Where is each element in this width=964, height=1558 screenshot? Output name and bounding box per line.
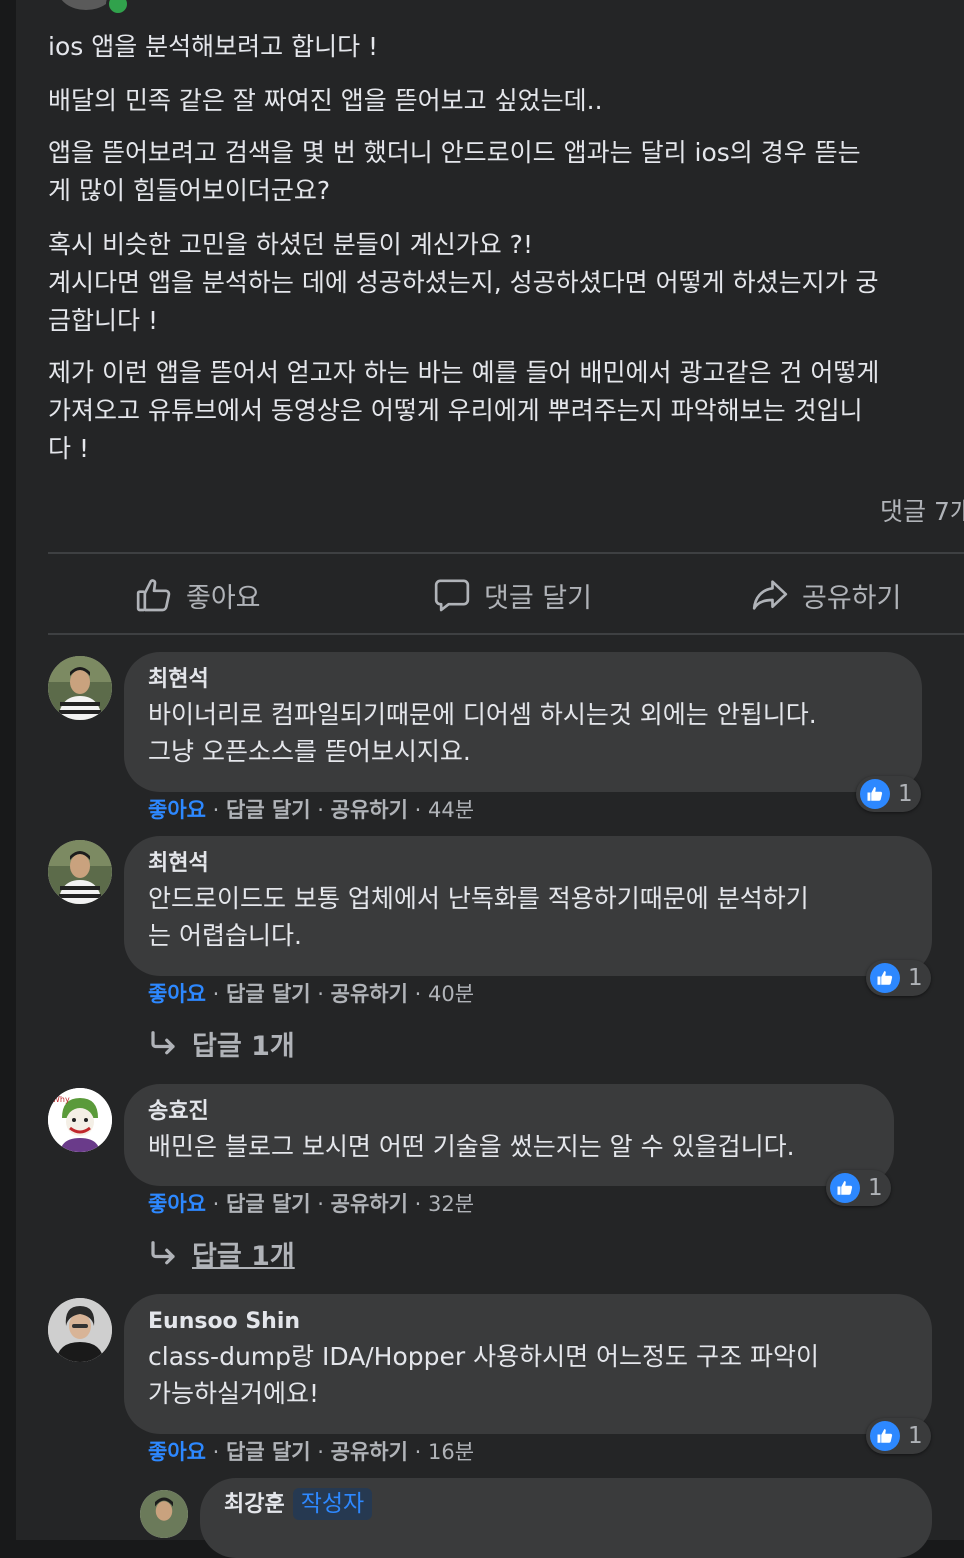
like-action-button[interactable]: 좋아요 bbox=[134, 570, 261, 620]
comment-action-label: 댓글 달기 bbox=[484, 582, 592, 614]
comment-bubble: Eunsoo Shin class-dump랑 IDA/Hopper 사용하시면… bbox=[124, 1294, 932, 1434]
comment-share-link[interactable]: 공유하기 bbox=[331, 1440, 408, 1464]
author-badge: 작성자 bbox=[292, 1488, 373, 1520]
comment-timestamp[interactable]: 32분 bbox=[428, 1192, 474, 1216]
comment-reply-link[interactable]: 답글 달기 bbox=[226, 798, 311, 822]
like-reaction-icon bbox=[830, 1173, 860, 1203]
post-paragraph: 배달의 민족 같은 잘 짜여진 앱을 뜯어보고 싶었는데.. bbox=[48, 86, 603, 115]
replier-avatar[interactable] bbox=[140, 1490, 188, 1538]
post-paragraph: 제가 이런 앱을 뜯어서 얻고자 하는 바는 예를 들어 배민에서 광고같은 건… bbox=[48, 358, 880, 387]
comment-text-line: 가능하실거에요! bbox=[148, 1379, 320, 1408]
like-reaction-icon bbox=[870, 963, 900, 993]
comment-timestamp[interactable]: 44분 bbox=[428, 798, 474, 822]
reaction-count-badge[interactable]: 1 bbox=[866, 1418, 931, 1454]
view-replies-link[interactable]: 답글 1개 bbox=[148, 1234, 295, 1273]
share-arrow-icon bbox=[752, 580, 788, 610]
reaction-count: 1 bbox=[908, 965, 923, 991]
comment-like-link[interactable]: 좋아요 bbox=[148, 982, 206, 1006]
replier-name[interactable]: 최강훈 작성자 bbox=[224, 1488, 908, 1521]
reply-arrow-icon bbox=[151, 1240, 175, 1264]
comment-bubble: 송효진 배민은 블로그 보시면 어떤 기술을 썼는지는 알 수 있을겁니다. bbox=[124, 1084, 894, 1186]
like-reaction-icon bbox=[860, 779, 890, 809]
reply-bubble: 최강훈 작성자 bbox=[200, 1478, 932, 1558]
like-reaction-icon bbox=[870, 1421, 900, 1451]
comment-text-line: 그냥 오픈소스를 뜯어보시지요. bbox=[148, 737, 471, 766]
divider bbox=[48, 633, 964, 635]
person-photo-icon bbox=[48, 656, 112, 720]
person-photo-icon bbox=[48, 1298, 112, 1362]
commenter-avatar[interactable]: Why bbox=[48, 1088, 112, 1152]
comment-text-line: 바이너리로 컴파일되기때문에 디어셈 하시는것 외에는 안됩니다. bbox=[148, 700, 817, 729]
reaction-count-badge[interactable]: 1 bbox=[856, 776, 921, 812]
comment-meta: 좋아요 · 답글 달기 · 공유하기 · 16분 bbox=[148, 1440, 475, 1464]
comment-action-button[interactable]: 댓글 달기 bbox=[432, 570, 592, 620]
comment-text-line: 는 어렵습니다. bbox=[148, 921, 302, 950]
comment-like-link[interactable]: 좋아요 bbox=[148, 1192, 206, 1216]
comment-timestamp[interactable]: 16분 bbox=[428, 1440, 474, 1464]
speech-bubble-icon bbox=[434, 579, 470, 612]
person-photo-icon bbox=[140, 1490, 188, 1538]
post-paragraph: 계시다면 앱을 분석하는 데에 성공하셨는지, 성공하셨다면 어떻게 하셨는지가… bbox=[48, 268, 879, 297]
joker-cartoon-icon: Why bbox=[48, 1088, 112, 1152]
comment-share-link[interactable]: 공유하기 bbox=[331, 982, 408, 1006]
divider bbox=[48, 552, 964, 554]
comment-reply-link[interactable]: 답글 달기 bbox=[226, 1192, 311, 1216]
person-photo-icon bbox=[48, 840, 112, 904]
view-replies-label: 답글 1개 bbox=[192, 1031, 295, 1062]
share-action-button[interactable]: 공유하기 bbox=[750, 570, 901, 620]
post-paragraph: 금합니다 ! bbox=[48, 306, 158, 335]
view-replies-label: 답글 1개 bbox=[192, 1241, 295, 1272]
post-paragraph: ios 앱을 분석해보려고 합니다 ! bbox=[48, 32, 379, 61]
post-paragraph: 게 많이 힘들어보이더군요? bbox=[48, 176, 331, 205]
comment-like-link[interactable]: 좋아요 bbox=[148, 798, 206, 822]
reaction-count-badge[interactable]: 1 bbox=[866, 960, 931, 996]
reaction-count-badge[interactable]: 1 bbox=[826, 1170, 891, 1206]
comments-count-link[interactable]: 댓글 7개 bbox=[880, 492, 964, 528]
post-paragraph: 앱을 뜯어보려고 검색을 몇 번 했더니 안드로이드 앱과는 달리 ios의 경… bbox=[48, 138, 861, 167]
commenter-avatar[interactable] bbox=[48, 840, 112, 904]
comment-meta: 좋아요 · 답글 달기 · 공유하기 · 44분 bbox=[148, 798, 475, 822]
commenter-name[interactable]: Eunsoo Shin bbox=[148, 1306, 908, 1338]
commenter-avatar[interactable] bbox=[48, 656, 112, 720]
comment-like-link[interactable]: 좋아요 bbox=[148, 1440, 206, 1464]
like-action-label: 좋아요 bbox=[186, 582, 261, 614]
thumbs-up-icon bbox=[136, 579, 171, 612]
comment-share-link[interactable]: 공유하기 bbox=[331, 798, 408, 822]
comment-reply-link[interactable]: 답글 달기 bbox=[226, 1440, 311, 1464]
reply-arrow-icon bbox=[151, 1030, 175, 1054]
share-action-label: 공유하기 bbox=[802, 582, 902, 614]
comment-share-link[interactable]: 공유하기 bbox=[331, 1192, 408, 1216]
comment-meta: 좋아요 · 답글 달기 · 공유하기 · 40분 bbox=[148, 982, 475, 1006]
comment-bubble: 최현석 안드로이드도 보통 업체에서 난독화를 적용하기때문에 분석하기 는 어… bbox=[124, 836, 932, 976]
reaction-count: 1 bbox=[868, 1175, 883, 1201]
commenter-name[interactable]: 최현석 bbox=[148, 848, 908, 880]
reaction-count: 1 bbox=[908, 1423, 923, 1449]
post-paragraph: 혹시 비슷한 고민을 하셨던 분들이 계신가요 ?! bbox=[48, 230, 533, 259]
comment-timestamp[interactable]: 40분 bbox=[428, 982, 474, 1006]
comment-text-line: 배민은 블로그 보시면 어떤 기술을 썼는지는 알 수 있을겁니다. bbox=[148, 1132, 795, 1161]
comment-text-line: 안드로이드도 보통 업체에서 난독화를 적용하기때문에 분석하기 bbox=[148, 884, 809, 913]
commenter-name[interactable]: 최현석 bbox=[148, 664, 898, 696]
commenter-name[interactable]: 송효진 bbox=[148, 1096, 870, 1128]
comment-bubble: 최현석 바이너리로 컴파일되기때문에 디어셈 하시는것 외에는 안됩니다. 그냥… bbox=[124, 652, 922, 792]
commenter-avatar[interactable] bbox=[48, 1298, 112, 1362]
view-replies-link[interactable]: 답글 1개 bbox=[148, 1024, 295, 1063]
post-paragraph: 다 ! bbox=[48, 434, 89, 463]
reaction-count: 1 bbox=[898, 781, 913, 807]
post-paragraph: 가져오고 유튜브에서 동영상은 어떻게 우리에게 뿌려주는지 파악해보는 것입니 bbox=[48, 396, 863, 425]
comment-text-line: class-dump랑 IDA/Hopper 사용하시면 어느정도 구조 파악이 bbox=[148, 1342, 819, 1371]
comment-meta: 좋아요 · 답글 달기 · 공유하기 · 32분 bbox=[148, 1192, 475, 1216]
comment-reply-link[interactable]: 답글 달기 bbox=[226, 982, 311, 1006]
